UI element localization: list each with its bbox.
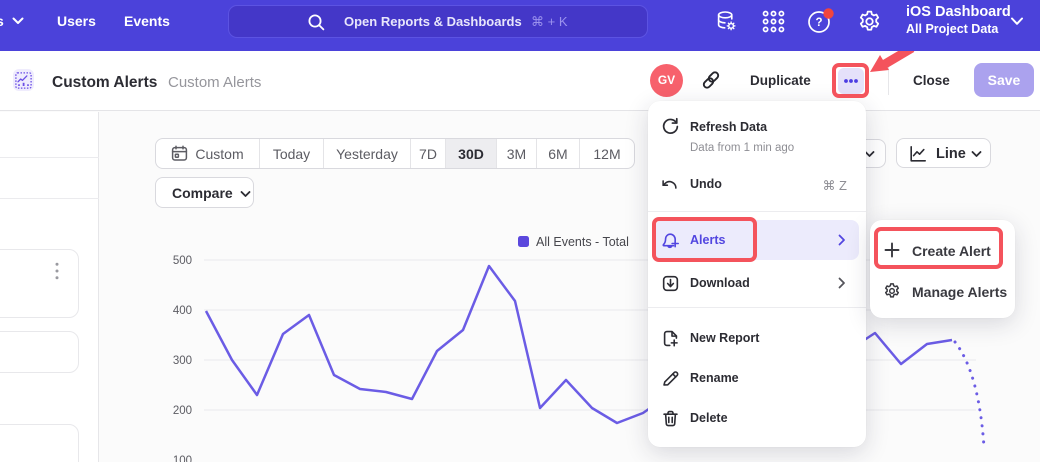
svg-text:100: 100 (173, 455, 192, 462)
svg-text:300: 300 (173, 355, 192, 367)
svg-text:?: ? (815, 17, 822, 29)
svg-text:200: 200 (173, 405, 192, 417)
svg-text:500: 500 (173, 255, 192, 267)
svg-text:400: 400 (173, 305, 192, 317)
